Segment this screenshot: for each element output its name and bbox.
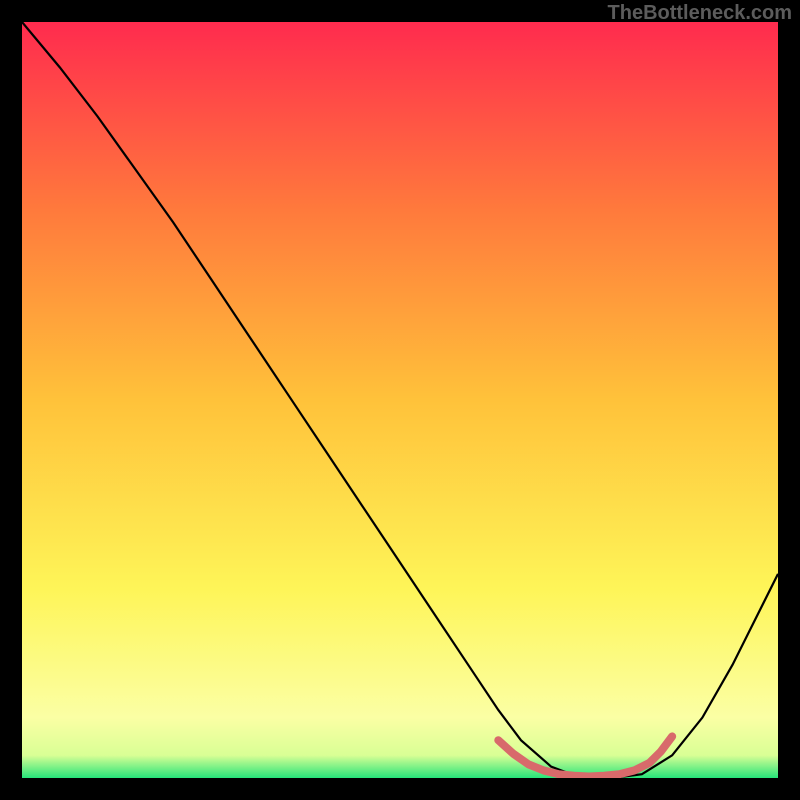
chart-area (22, 22, 778, 778)
watermark-text: TheBottleneck.com (608, 2, 792, 25)
chart-svg (22, 22, 778, 778)
gradient-background (22, 22, 778, 778)
